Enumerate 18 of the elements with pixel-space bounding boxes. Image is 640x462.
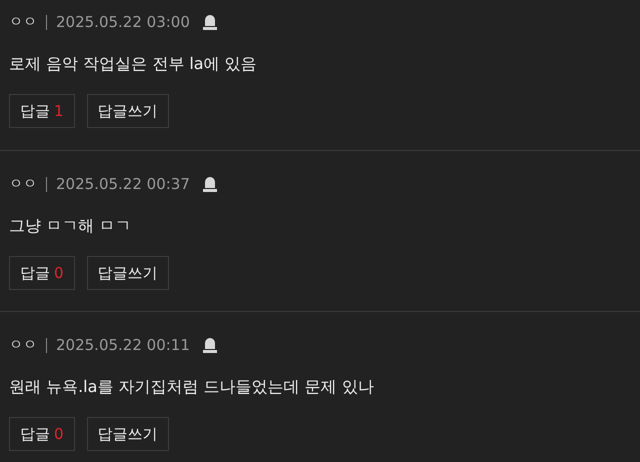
reply-count-button[interactable]: 답글 1 [9, 94, 75, 128]
alarm-light-icon[interactable] [202, 13, 218, 31]
author-name: ㅇㅇ [9, 336, 37, 354]
alarm-light-icon[interactable] [202, 336, 218, 354]
write-reply-button[interactable]: 답글쓰기 [86, 94, 169, 128]
timestamp: 2025.05.22 00:11 [56, 334, 190, 356]
author-name: ㅇㅇ [9, 12, 37, 32]
comment-text: 원래 뉴욕.la를 자기집처럼 드나들었는데 문제 있나 [9, 376, 375, 398]
comment-text: 로제 음악 작업실은 전부 la에 있음 [9, 53, 258, 75]
write-reply-button[interactable]: 답글쓰기 [86, 417, 169, 451]
reply-count-button[interactable]: 답글 0 [9, 417, 75, 451]
alarm-light-icon[interactable] [202, 175, 218, 193]
reply-count-button[interactable]: 답글 0 [9, 256, 75, 290]
author-name: ㅇㅇ [9, 174, 37, 194]
timestamp: 2025.05.22 03:00 [56, 12, 190, 33]
timestamp: 2025.05.22 00:37 [56, 174, 190, 195]
write-reply-button[interactable]: 답글쓰기 [86, 256, 169, 290]
comment-text: 그냥 ㅁㄱ해 ㅁㄱ [9, 215, 132, 237]
